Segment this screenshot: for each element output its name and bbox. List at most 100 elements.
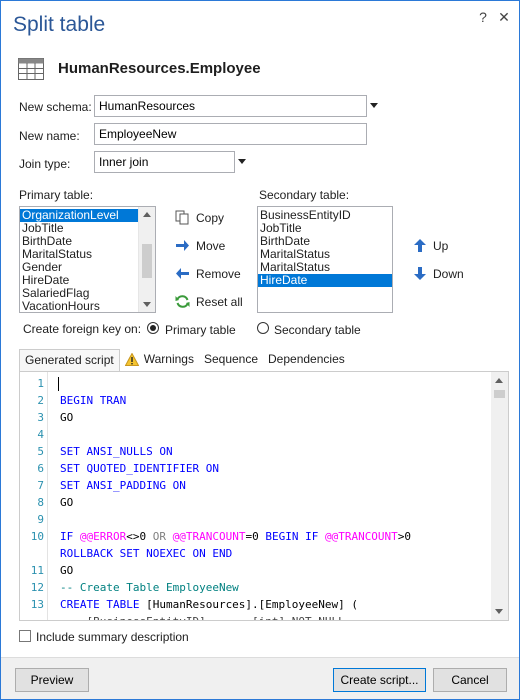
code-line: 7 SET ANSI_PADDING ON — [20, 477, 490, 494]
source-table-name: HumanResources.Employee — [58, 60, 261, 77]
dialog-title: Split table — [13, 13, 106, 36]
secondary-table-list[interactable]: BusinessEntityID JobTitle BirthDate Marital… — [257, 206, 393, 313]
scroll-up-icon[interactable] — [495, 378, 503, 383]
caret — [58, 377, 59, 391]
remove-button[interactable]: Remove — [175, 266, 241, 281]
arrow-right-icon — [176, 240, 189, 251]
line-number: 1 — [37, 377, 44, 390]
code-text: GO — [60, 496, 74, 509]
warning-icon — [124, 353, 139, 366]
code-line: 1 — [20, 375, 490, 392]
close-button[interactable]: ✕ — [496, 9, 512, 25]
line-number: 8 — [37, 496, 44, 509]
include-summary-label[interactable]: Include summary description — [36, 630, 189, 644]
tab-generated-script[interactable]: Generated script — [19, 349, 120, 371]
line-number: 4 — [37, 428, 44, 441]
scroll-down-icon[interactable] — [143, 302, 151, 307]
arrow-down-icon — [414, 267, 426, 280]
new-schema-dropdown-icon[interactable] — [370, 103, 378, 108]
tab-warnings-label: Warnings — [143, 352, 194, 366]
create-script-button[interactable]: Create script... — [333, 668, 426, 692]
reset-all-label: Reset all — [196, 294, 243, 309]
new-schema-label: New schema: — [19, 100, 92, 114]
new-name-field[interactable]: EmployeeNew — [94, 123, 367, 145]
refresh-icon — [175, 295, 190, 308]
scroll-down-icon[interactable] — [495, 609, 503, 614]
preview-button[interactable]: Preview — [15, 668, 89, 692]
code-text: SET ANSI_PADDING ON — [60, 479, 186, 492]
up-label: Up — [433, 238, 449, 253]
scroll-thumb[interactable] — [142, 244, 152, 278]
line-number: 9 — [37, 513, 44, 526]
primary-table-label: Primary table: — [19, 188, 94, 202]
secondary-table-radio[interactable] — [257, 322, 269, 334]
code-line: 9 — [20, 511, 490, 528]
help-button[interactable]: ? — [475, 9, 491, 25]
code-text: GO — [60, 411, 74, 424]
code-line: 4 — [20, 426, 490, 443]
primary-list-scrollbar[interactable] — [138, 207, 155, 312]
table-icon — [18, 58, 44, 80]
join-type-label: Join type: — [19, 157, 71, 171]
code-line: [BusinessEntityID] [int] NOT NULL — [20, 613, 490, 620]
move-button[interactable]: Move — [175, 238, 225, 253]
code-line: 2 BEGIN TRAN — [20, 392, 490, 409]
reset-all-button[interactable]: Reset all — [175, 294, 243, 309]
copy-label: Copy — [196, 210, 225, 225]
split-table-dialog: Split table ? ✕ HumanResources.Employee … — [0, 0, 520, 700]
new-name-label: New name: — [19, 129, 80, 143]
code-text: IF @@ERROR<>0 OR @@TRANCOUNT=0 BEGIN IF … — [60, 530, 412, 543]
script-editor[interactable]: 1 2 BEGIN TRAN 3 GO 4 5 SET ANSI_NULLS O… — [19, 371, 509, 621]
code-line: 12 -- Create Table EmployeeNew — [20, 579, 490, 596]
down-button[interactable]: Down — [413, 266, 464, 281]
primary-table-radio-label[interactable]: Primary table — [165, 323, 236, 337]
line-number: 10 — [30, 530, 44, 543]
code-line: ROLLBACK SET NOEXEC ON END — [20, 545, 490, 562]
line-number: 11 — [30, 564, 44, 577]
arrow-left-icon — [176, 268, 189, 279]
line-number: 7 — [37, 479, 44, 492]
foreign-key-label: Create foreign key on: — [23, 322, 142, 336]
tab-dependencies[interactable]: Dependencies — [263, 349, 350, 371]
line-number: 2 — [37, 394, 44, 407]
new-schema-field[interactable]: HumanResources — [94, 95, 367, 117]
include-summary-checkbox[interactable] — [19, 630, 31, 642]
line-number: 3 — [37, 411, 44, 424]
tab-warnings[interactable]: Warnings — [120, 349, 199, 371]
copy-button[interactable]: Copy — [175, 210, 224, 225]
code-line: 10 IF @@ERROR<>0 OR @@TRANCOUNT=0 BEGIN … — [20, 528, 490, 545]
radio-selected-dot — [150, 325, 156, 331]
line-number: 5 — [37, 445, 44, 458]
up-button[interactable]: Up — [413, 238, 448, 253]
secondary-table-label: Secondary table: — [259, 188, 350, 202]
join-type-select[interactable]: Inner join — [94, 151, 235, 173]
code-text: ROLLBACK SET NOEXEC ON END — [60, 547, 233, 560]
secondary-table-radio-label[interactable]: Secondary table — [274, 323, 361, 337]
editor-scrollbar[interactable] — [491, 372, 508, 620]
join-type-dropdown-icon[interactable] — [238, 159, 246, 164]
list-item[interactable]: HireDate — [258, 274, 392, 287]
down-label: Down — [433, 266, 464, 281]
code-text: SET ANSI_NULLS ON — [60, 445, 173, 458]
primary-table-list[interactable]: OrganizationLevel JobTitle BirthDate Marita… — [19, 206, 156, 313]
line-number: 6 — [37, 462, 44, 475]
code-comment: -- Create Table EmployeeNew — [60, 581, 239, 594]
script-tabs: Generated script Warnings Sequence Depen… — [19, 349, 350, 371]
scroll-thumb[interactable] — [494, 390, 505, 398]
line-number: 12 — [30, 581, 44, 594]
move-label: Move — [196, 238, 226, 253]
list-item[interactable]: VacationHours — [20, 300, 138, 313]
tab-sequence[interactable]: Sequence — [199, 349, 263, 371]
arrow-up-icon — [414, 239, 426, 252]
remove-label: Remove — [196, 266, 241, 281]
code-line: 6 SET QUOTED_IDENTIFIER ON — [20, 460, 490, 477]
line-number: 13 — [30, 598, 44, 611]
code-text: GO — [60, 564, 74, 577]
cancel-button[interactable]: Cancel — [433, 668, 507, 692]
code-text: [BusinessEntityID] [int] NOT NULL — [60, 613, 344, 620]
primary-table-radio[interactable] — [147, 322, 159, 334]
code-line: 11 GO — [20, 562, 490, 579]
code-line: 13 CREATE TABLE [HumanResources].[Employ… — [20, 596, 490, 613]
code-text: CREATE TABLE [HumanResources].[EmployeeN… — [60, 598, 359, 611]
scroll-up-icon[interactable] — [143, 212, 151, 217]
